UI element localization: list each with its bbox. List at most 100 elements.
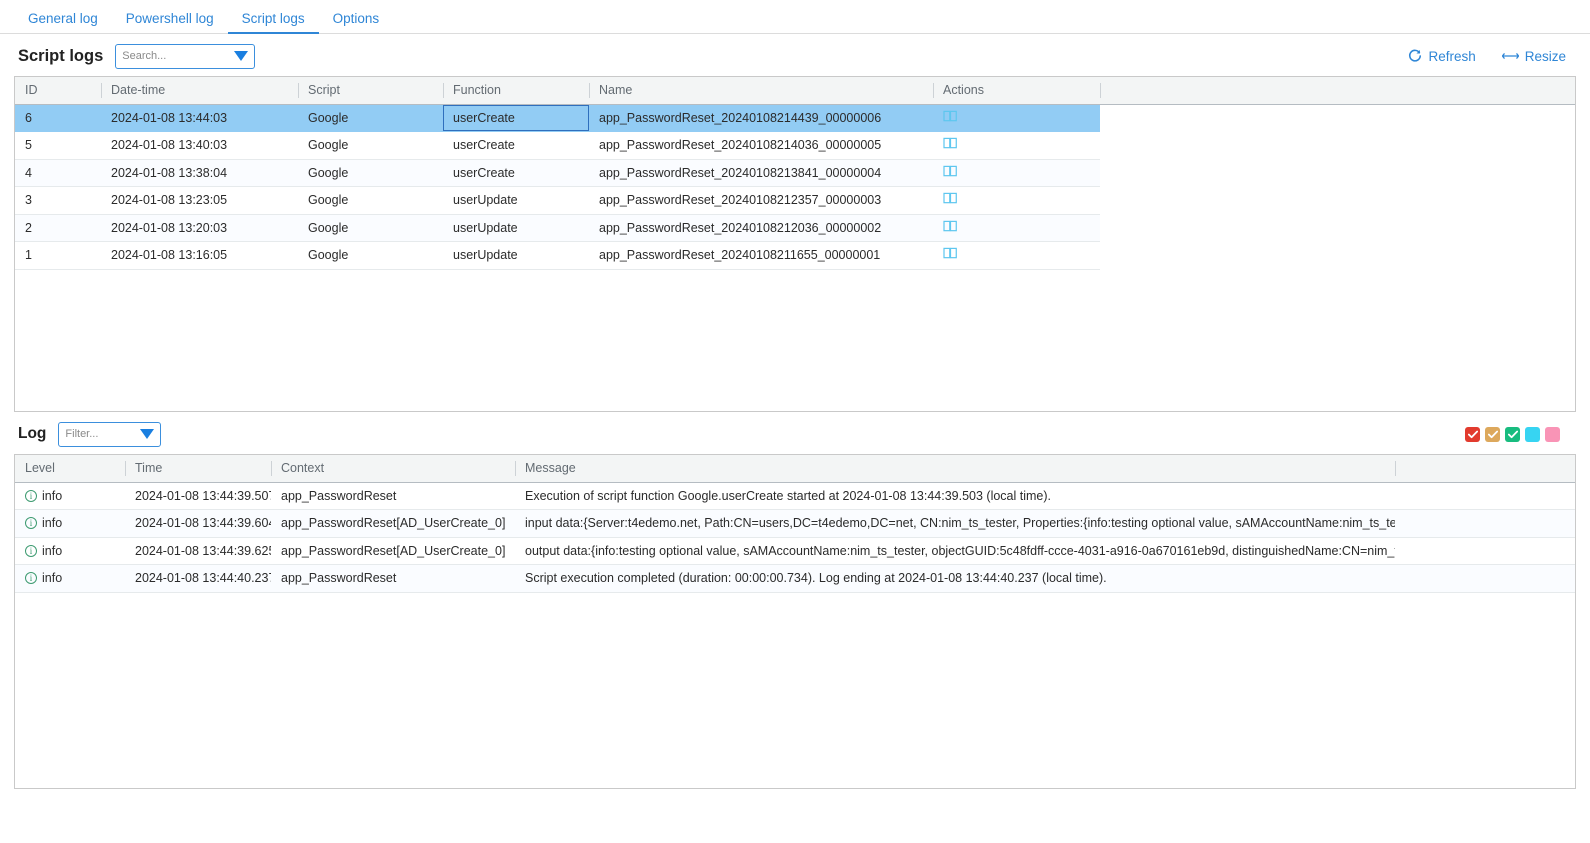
table-row[interactable]: iinfo2024-01-08 13:44:39.625app_Password…: [15, 537, 1576, 565]
filter-placeholder: Filter...: [65, 428, 136, 440]
cell-datetime[interactable]: 2024-01-08 13:40:03: [101, 132, 298, 160]
table-row[interactable]: iinfo2024-01-08 13:44:39.507app_Password…: [15, 482, 1576, 510]
book-icon[interactable]: [943, 137, 958, 150]
cell-datetime[interactable]: 2024-01-08 13:38:04: [101, 159, 298, 187]
cell-script[interactable]: Google: [298, 104, 443, 132]
column-header-context[interactable]: Context: [271, 455, 515, 482]
chevron-down-icon[interactable]: [140, 429, 154, 439]
cell-name[interactable]: app_PasswordReset_20240108214439_0000000…: [589, 104, 933, 132]
cell-time[interactable]: 2024-01-08 13:44:39.604: [125, 510, 271, 538]
cell-function[interactable]: userCreate: [443, 159, 589, 187]
cell-function[interactable]: userCreate: [443, 104, 589, 132]
cell-level[interactable]: iinfo: [15, 565, 125, 593]
cell-name[interactable]: app_PasswordReset_20240108212036_0000000…: [589, 214, 933, 242]
cell-message[interactable]: Script execution completed (duration: 00…: [515, 565, 1395, 593]
column-header-level[interactable]: Level: [15, 455, 125, 482]
chevron-down-icon[interactable]: [234, 51, 248, 61]
filter-input[interactable]: Filter...: [58, 422, 161, 447]
cell-message[interactable]: output data:{info:testing optional value…: [515, 537, 1395, 565]
tab-powershell-log[interactable]: Powershell log: [112, 12, 228, 34]
cell-message[interactable]: Execution of script function Google.user…: [515, 482, 1395, 510]
cell-script[interactable]: Google: [298, 159, 443, 187]
cell-id[interactable]: 6: [15, 104, 101, 132]
table-row[interactable]: 42024-01-08 13:38:04GoogleuserCreateapp_…: [15, 159, 1576, 187]
cell-id[interactable]: 3: [15, 187, 101, 215]
cell-datetime[interactable]: 2024-01-08 13:44:03: [101, 104, 298, 132]
column-header-message[interactable]: Message: [515, 455, 1395, 482]
cell-actions[interactable]: [933, 187, 1100, 215]
cell-function[interactable]: userCreate: [443, 132, 589, 160]
cell-actions[interactable]: [933, 214, 1100, 242]
cell-name[interactable]: app_PasswordReset_20240108213841_0000000…: [589, 159, 933, 187]
cell-datetime[interactable]: 2024-01-08 13:16:05: [101, 242, 298, 270]
cell-level[interactable]: iinfo: [15, 482, 125, 510]
column-label: Message: [525, 461, 576, 475]
level-label: info: [42, 516, 62, 530]
cell-name[interactable]: app_PasswordReset_20240108212357_0000000…: [589, 187, 933, 215]
cell-function[interactable]: userUpdate: [443, 242, 589, 270]
log-table-head: Level Time Context Message: [15, 455, 1576, 482]
cell-time[interactable]: 2024-01-08 13:44:39.625: [125, 537, 271, 565]
cell-context[interactable]: app_PasswordReset: [271, 565, 515, 593]
table-row[interactable]: iinfo2024-01-08 13:44:39.604app_Password…: [15, 510, 1576, 538]
cell-id[interactable]: 1: [15, 242, 101, 270]
level-chip-info[interactable]: [1505, 427, 1520, 442]
cell-context[interactable]: app_PasswordReset[AD_UserCreate_0]: [271, 537, 515, 565]
table-row[interactable]: 52024-01-08 13:40:03GoogleuserCreateapp_…: [15, 132, 1576, 160]
cell-script[interactable]: Google: [298, 187, 443, 215]
cell-message[interactable]: input data:{Server:t4edemo.net, Path:CN=…: [515, 510, 1395, 538]
search-input[interactable]: Search...: [115, 44, 255, 69]
book-icon[interactable]: [943, 220, 958, 233]
column-header-datetime[interactable]: Date-time: [101, 77, 298, 104]
level-chip-debug[interactable]: [1525, 427, 1540, 442]
cell-id[interactable]: 5: [15, 132, 101, 160]
table-row[interactable]: 22024-01-08 13:20:03GoogleuserUpdateapp_…: [15, 214, 1576, 242]
cell-level[interactable]: iinfo: [15, 537, 125, 565]
cell-actions[interactable]: [933, 242, 1100, 270]
column-header-time[interactable]: Time: [125, 455, 271, 482]
script-logs-header-row: ID Date-time Script Function Name Action…: [15, 77, 1576, 104]
column-header-actions[interactable]: Actions: [933, 77, 1100, 104]
table-row[interactable]: 62024-01-08 13:44:03GoogleuserCreateapp_…: [15, 104, 1576, 132]
cell-context[interactable]: app_PasswordReset: [271, 482, 515, 510]
cell-function[interactable]: userUpdate: [443, 187, 589, 215]
book-icon[interactable]: [943, 192, 958, 205]
level-chip-warning[interactable]: [1485, 427, 1500, 442]
book-icon[interactable]: [943, 247, 958, 260]
cell-actions[interactable]: [933, 132, 1100, 160]
cell-name[interactable]: app_PasswordReset_20240108211655_0000000…: [589, 242, 933, 270]
cell-actions[interactable]: [933, 159, 1100, 187]
book-icon[interactable]: [943, 165, 958, 178]
tab-options[interactable]: Options: [319, 12, 394, 34]
cell-actions[interactable]: [933, 104, 1100, 132]
cell-function[interactable]: userUpdate: [443, 214, 589, 242]
cell-context[interactable]: app_PasswordReset[AD_UserCreate_0]: [271, 510, 515, 538]
level-label: info: [42, 489, 62, 503]
level-chip-trace[interactable]: [1545, 427, 1560, 442]
column-header-id[interactable]: ID: [15, 77, 101, 104]
refresh-button[interactable]: Refresh: [1408, 49, 1475, 64]
cell-id[interactable]: 2: [15, 214, 101, 242]
cell-time[interactable]: 2024-01-08 13:44:40.237: [125, 565, 271, 593]
level-chip-error[interactable]: [1465, 427, 1480, 442]
table-row[interactable]: 32024-01-08 13:23:05GoogleuserUpdateapp_…: [15, 187, 1576, 215]
table-row[interactable]: 12024-01-08 13:16:05GoogleuserUpdateapp_…: [15, 242, 1576, 270]
book-icon[interactable]: [943, 110, 958, 123]
cell-name[interactable]: app_PasswordReset_20240108214036_0000000…: [589, 132, 933, 160]
column-header-name[interactable]: Name: [589, 77, 933, 104]
cell-id[interactable]: 4: [15, 159, 101, 187]
script-logs-panel: ID Date-time Script Function Name Action…: [14, 76, 1576, 412]
cell-script[interactable]: Google: [298, 242, 443, 270]
tab-script-logs[interactable]: Script logs: [228, 12, 319, 34]
cell-datetime[interactable]: 2024-01-08 13:20:03: [101, 214, 298, 242]
cell-time[interactable]: 2024-01-08 13:44:39.507: [125, 482, 271, 510]
cell-script[interactable]: Google: [298, 214, 443, 242]
tab-general-log[interactable]: General log: [14, 12, 112, 34]
cell-script[interactable]: Google: [298, 132, 443, 160]
table-row[interactable]: iinfo2024-01-08 13:44:40.237app_Password…: [15, 565, 1576, 593]
column-header-script[interactable]: Script: [298, 77, 443, 104]
column-header-function[interactable]: Function: [443, 77, 589, 104]
cell-level[interactable]: iinfo: [15, 510, 125, 538]
resize-button[interactable]: Resize: [1502, 49, 1566, 64]
cell-datetime[interactable]: 2024-01-08 13:23:05: [101, 187, 298, 215]
